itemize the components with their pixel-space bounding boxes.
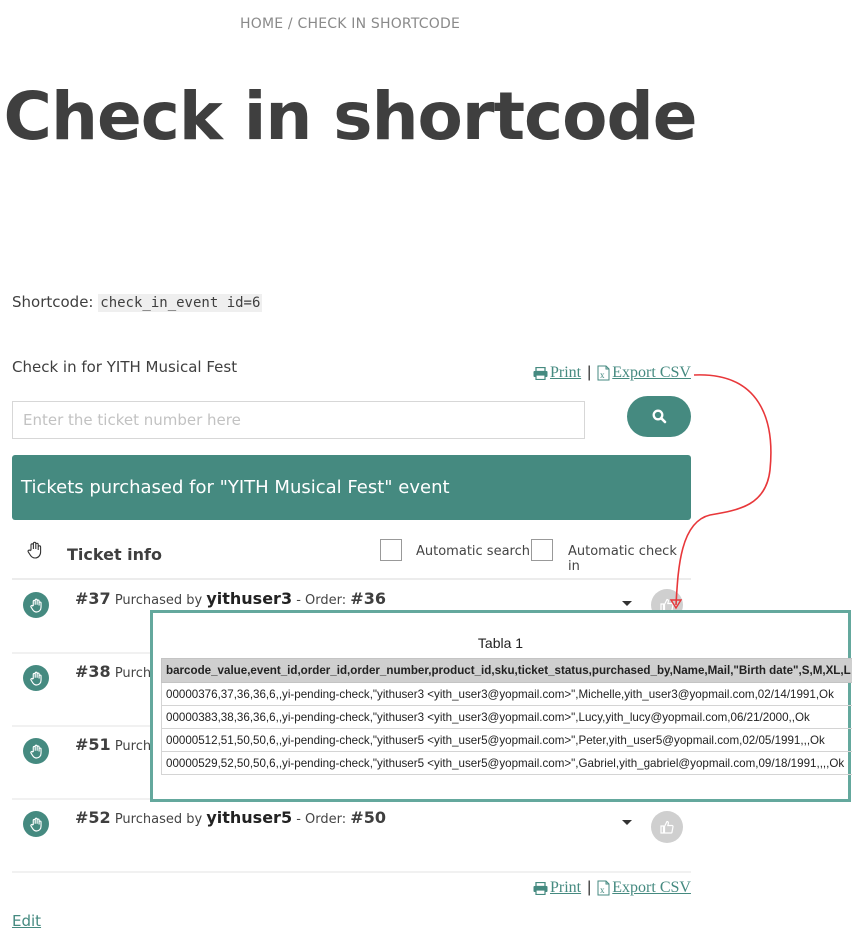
ticket-info: #37 Purchased by yithuser3 - Order: #36 — [75, 589, 386, 608]
print-label: Print — [550, 879, 582, 896]
hand-icon — [29, 744, 42, 759]
print-link[interactable]: Print — [533, 364, 581, 382]
hand-icon — [29, 817, 42, 832]
order-number: #36 — [350, 589, 386, 608]
ticket-number: #52 — [75, 808, 111, 827]
actions-separator: | — [587, 879, 592, 896]
csv-cell: 00000529,52,50,50,6,,yi-pending-check,"y… — [161, 751, 852, 775]
ticket-number: #38 — [75, 662, 111, 681]
thumbs-up-button[interactable] — [651, 811, 683, 843]
search-icon — [652, 409, 666, 424]
order-number: #50 — [350, 808, 386, 827]
printer-icon — [533, 366, 548, 380]
csv-cell: 00000383,38,36,36,6,,yi-pending-check,"y… — [161, 705, 852, 729]
tickets-header: Tickets purchased for "YITH Musical Fest… — [12, 455, 691, 520]
expand-caret-icon[interactable] — [622, 601, 632, 606]
ticket-info-header-row: Ticket info Automatic search Automatic c… — [12, 530, 691, 580]
actions-separator: | — [587, 364, 592, 381]
ticket-info: #38 Purcha — [75, 662, 159, 681]
check-in-hand-button[interactable] — [23, 592, 49, 618]
csv-row: 00000512,51,50,50,6,,yi-pending-check,"y… — [161, 728, 852, 752]
check-in-hand-button[interactable] — [23, 738, 49, 764]
breadcrumb: HOME / CHECK IN SHORTCODE — [240, 16, 460, 32]
purchased-by-label: Purchased by — [114, 593, 203, 608]
svg-text:x: x — [600, 885, 605, 895]
expand-caret-icon[interactable] — [622, 820, 632, 825]
export-csv-link[interactable]: x Export CSV — [597, 879, 691, 897]
export-csv-link[interactable]: x Export CSV — [597, 364, 691, 382]
export-actions-bottom: Print | x Export CSV — [533, 879, 691, 897]
shortcode-line: Shortcode: check_in_event id=6 — [12, 293, 263, 312]
automatic-check-in-checkbox[interactable] — [531, 539, 553, 561]
shortcode-code: check_in_event id=6 — [98, 294, 263, 312]
purchaser: yithuser3 — [206, 589, 293, 608]
purchased-by-label: Purchased by — [114, 812, 203, 827]
export-csv-label: Export CSV — [612, 364, 691, 381]
csv-preview-table: barcode_value,event_id,order_id,order_nu… — [161, 658, 852, 775]
shortcode-label: Shortcode: — [12, 293, 94, 311]
hand-icon — [29, 671, 42, 686]
purchaser: yithuser5 — [206, 808, 293, 827]
check-in-hand-button[interactable] — [23, 811, 49, 837]
print-label: Print — [550, 364, 582, 381]
ticket-info: #52 Purchased by yithuser5 - Order: #50 — [75, 808, 386, 827]
order-label: - Order: — [296, 593, 347, 608]
ticket-info-label: Ticket info — [67, 544, 162, 564]
csv-row: 00000383,38,36,36,6,,yi-pending-check,"y… — [161, 705, 852, 729]
page-title: Check in shortcode — [3, 78, 698, 155]
event-heading: Check in for YITH Musical Fest — [12, 358, 238, 376]
csv-cell: 00000512,51,50,50,6,,yi-pending-check,"y… — [161, 728, 852, 752]
ticket-info: #51 Purcha — [75, 735, 159, 754]
automatic-search-label: Automatic search — [416, 544, 530, 559]
thumbs-up-icon — [660, 820, 674, 834]
ticket-number: #51 — [75, 735, 111, 754]
export-csv-label: Export CSV — [612, 879, 691, 896]
csv-header-row: barcode_value,event_id,order_id,order_nu… — [161, 658, 852, 683]
ticket-row: #52 Purchased by yithuser5 - Order: #50 — [12, 800, 691, 873]
hand-icon — [29, 598, 42, 613]
excel-file-icon: x — [597, 880, 610, 896]
check-in-hand-button[interactable] — [23, 665, 49, 691]
order-label: - Order: — [296, 812, 347, 827]
edit-link[interactable]: Edit — [12, 912, 41, 930]
export-actions-top: Print | x Export CSV — [533, 364, 691, 382]
search-button[interactable] — [627, 396, 691, 437]
csv-row: 00000529,52,50,50,6,,yi-pending-check,"y… — [161, 751, 852, 775]
printer-icon — [533, 881, 548, 895]
csv-cell: 00000376,37,36,36,6,,yi-pending-check,"y… — [161, 682, 852, 706]
csv-preview-title: Tabla 1 — [477, 635, 524, 651]
excel-file-icon: x — [597, 365, 610, 381]
ticket-number: #37 — [75, 589, 111, 608]
csv-header-cell: barcode_value,event_id,order_id,order_nu… — [161, 658, 852, 683]
csv-row: 00000376,37,36,36,6,,yi-pending-check,"y… — [161, 682, 852, 706]
csv-preview-overlay: Tabla 1 barcode_value,event_id,order_id,… — [150, 610, 852, 802]
print-link[interactable]: Print — [533, 879, 581, 897]
svg-text:x: x — [600, 370, 605, 380]
automatic-search-checkbox[interactable] — [380, 539, 402, 561]
ticket-search-input[interactable] — [12, 401, 585, 439]
automatic-check-in-label: Automatic check in — [568, 544, 677, 574]
hand-icon — [27, 541, 42, 559]
